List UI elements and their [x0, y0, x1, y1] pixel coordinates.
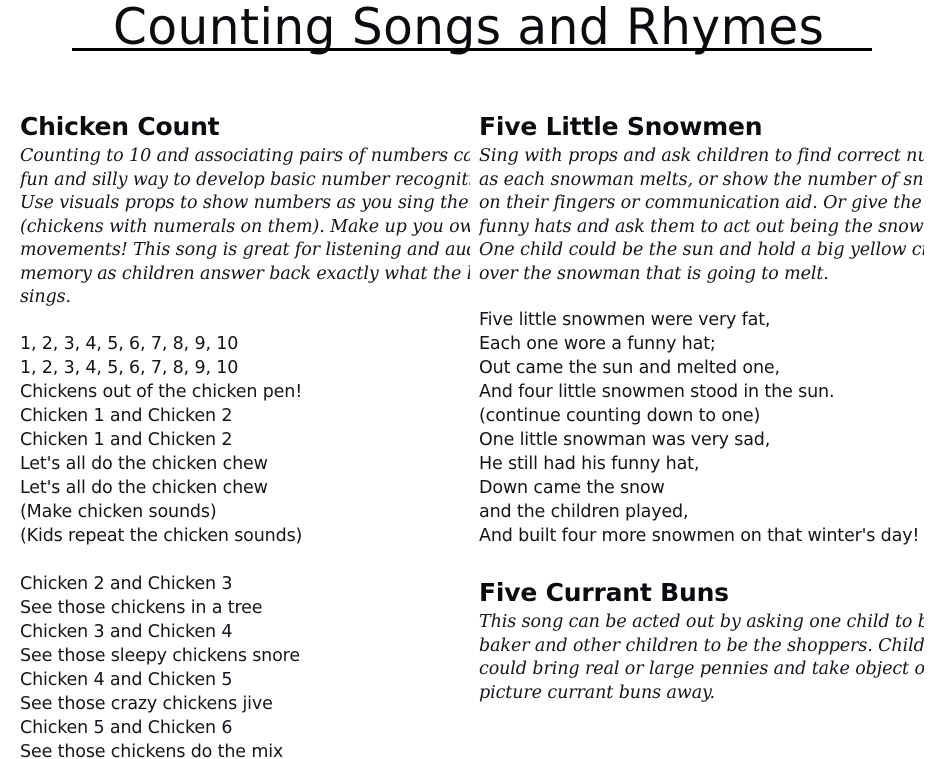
intro-line: Use visuals props to show numbers as you… [20, 193, 470, 213]
intro-line: over the snowman that is going to melt. [479, 263, 829, 284]
verse-line: Chicken 1 and Chicken 2 [20, 405, 233, 426]
verse-line: 1, 2, 3, 4, 5, 6, 7, 8, 9, 10 [20, 357, 239, 378]
verse-line: (Make chicken sounds) [20, 501, 217, 522]
verse-line: Chicken 5 and Chicken 6 [20, 717, 233, 738]
title-underline-rule [72, 48, 872, 51]
intro-line: (chickens with numerals on them). Make u… [20, 216, 470, 237]
verse-line: and the children played, [479, 502, 689, 522]
verse-line: He still had his funny hat, [479, 454, 700, 474]
intro-line: One child could be the sun and hold a bi… [479, 240, 924, 260]
verse-line: See those chickens in a tree [20, 597, 263, 618]
song-heading: Five Little Snowmen [479, 112, 763, 141]
verse-line: See those crazy chickens jive [20, 693, 273, 714]
verse-line: (continue counting down to one) [479, 406, 761, 426]
two-column-body: Chicken Count Counting to 10 and associa… [0, 112, 938, 759]
intro-line: This song can be acted out by asking one… [479, 612, 924, 632]
song-block-chicken-count: Chicken Count Counting to 10 and associa… [20, 112, 470, 759]
song-intro: This song can be acted out by asking one… [479, 611, 924, 705]
left-column: Chicken Count Counting to 10 and associa… [20, 112, 470, 759]
page-title: Counting Songs and Rhymes [113, 0, 825, 56]
verse-line: Out came the sun and melted one, [479, 358, 780, 378]
verse-line: Five little snowmen were very fat, [479, 310, 771, 330]
document-page: Counting Songs and Rhymes Chicken Count … [0, 0, 938, 759]
verse-line: (Kids repeat the chicken sounds) [20, 525, 303, 546]
verse-line: See those sleepy chickens snore [20, 645, 300, 666]
song-heading: Five Currant Buns [479, 578, 729, 607]
song-verse: Chicken 2 and Chicken 3 See those chicke… [20, 572, 470, 759]
song-verse: Five little snowmen were very fat, Each … [479, 308, 924, 548]
document-title-area: Counting Songs and Rhymes [0, 0, 938, 60]
song-block-five-little-snowmen: Five Little Snowmen Sing with props and … [479, 112, 924, 548]
verse-line: One little snowman was very sad, [479, 430, 771, 450]
intro-line: movements! This song is great for listen… [20, 240, 470, 260]
verse-line: Chickens out of the chicken pen! [20, 381, 303, 402]
intro-line: picture currant buns away. [479, 682, 715, 703]
intro-line: Sing with props and ask children to find… [479, 146, 924, 166]
song-block-five-currant-buns: Five Currant Buns This song can be acted… [479, 578, 924, 705]
verse-line: Chicken 3 and Chicken 4 [20, 621, 233, 642]
verse-line: Chicken 4 and Chicken 5 [20, 669, 233, 690]
intro-line: funny hats and ask them to act out being… [479, 216, 924, 237]
song-intro: Sing with props and ask children to find… [479, 145, 924, 286]
right-column: Five Little Snowmen Sing with props and … [479, 112, 924, 759]
intro-line: memory as children answer back exactly w… [20, 263, 470, 284]
verse-line: See those chickens do the mix [20, 741, 284, 759]
verse-line: Let's all do the chicken chew [20, 477, 268, 498]
verse-line: And built four more snowmen on that wint… [479, 526, 920, 546]
intro-line: as each snowman melts, or show the numbe… [479, 169, 924, 190]
intro-line: could bring real or large pennies and ta… [479, 659, 924, 679]
verse-line: Each one wore a funny hat; [479, 334, 716, 354]
intro-line: Counting to 10 and associating pairs of … [20, 146, 470, 166]
verse-line: Chicken 1 and Chicken 2 [20, 429, 233, 450]
intro-line: sings. [20, 287, 71, 307]
song-heading: Chicken Count [20, 112, 220, 141]
intro-line: baker and other children to be the shopp… [479, 635, 924, 656]
song-verse: 1, 2, 3, 4, 5, 6, 7, 8, 9, 10 1, 2, 3, 4… [20, 332, 470, 548]
verse-line: Down came the snow [479, 478, 665, 498]
verse-line: Chicken 2 and Chicken 3 [20, 573, 233, 594]
verse-line: 1, 2, 3, 4, 5, 6, 7, 8, 9, 10 [20, 333, 239, 354]
intro-line: fun and silly way to develop basic numbe… [20, 169, 470, 190]
intro-line: on their fingers or communication aid. O… [479, 193, 924, 213]
verse-line: And four little snowmen stood in the sun… [479, 382, 835, 402]
song-intro: Counting to 10 and associating pairs of … [20, 145, 470, 310]
verse-line: Let's all do the chicken chew [20, 453, 268, 474]
